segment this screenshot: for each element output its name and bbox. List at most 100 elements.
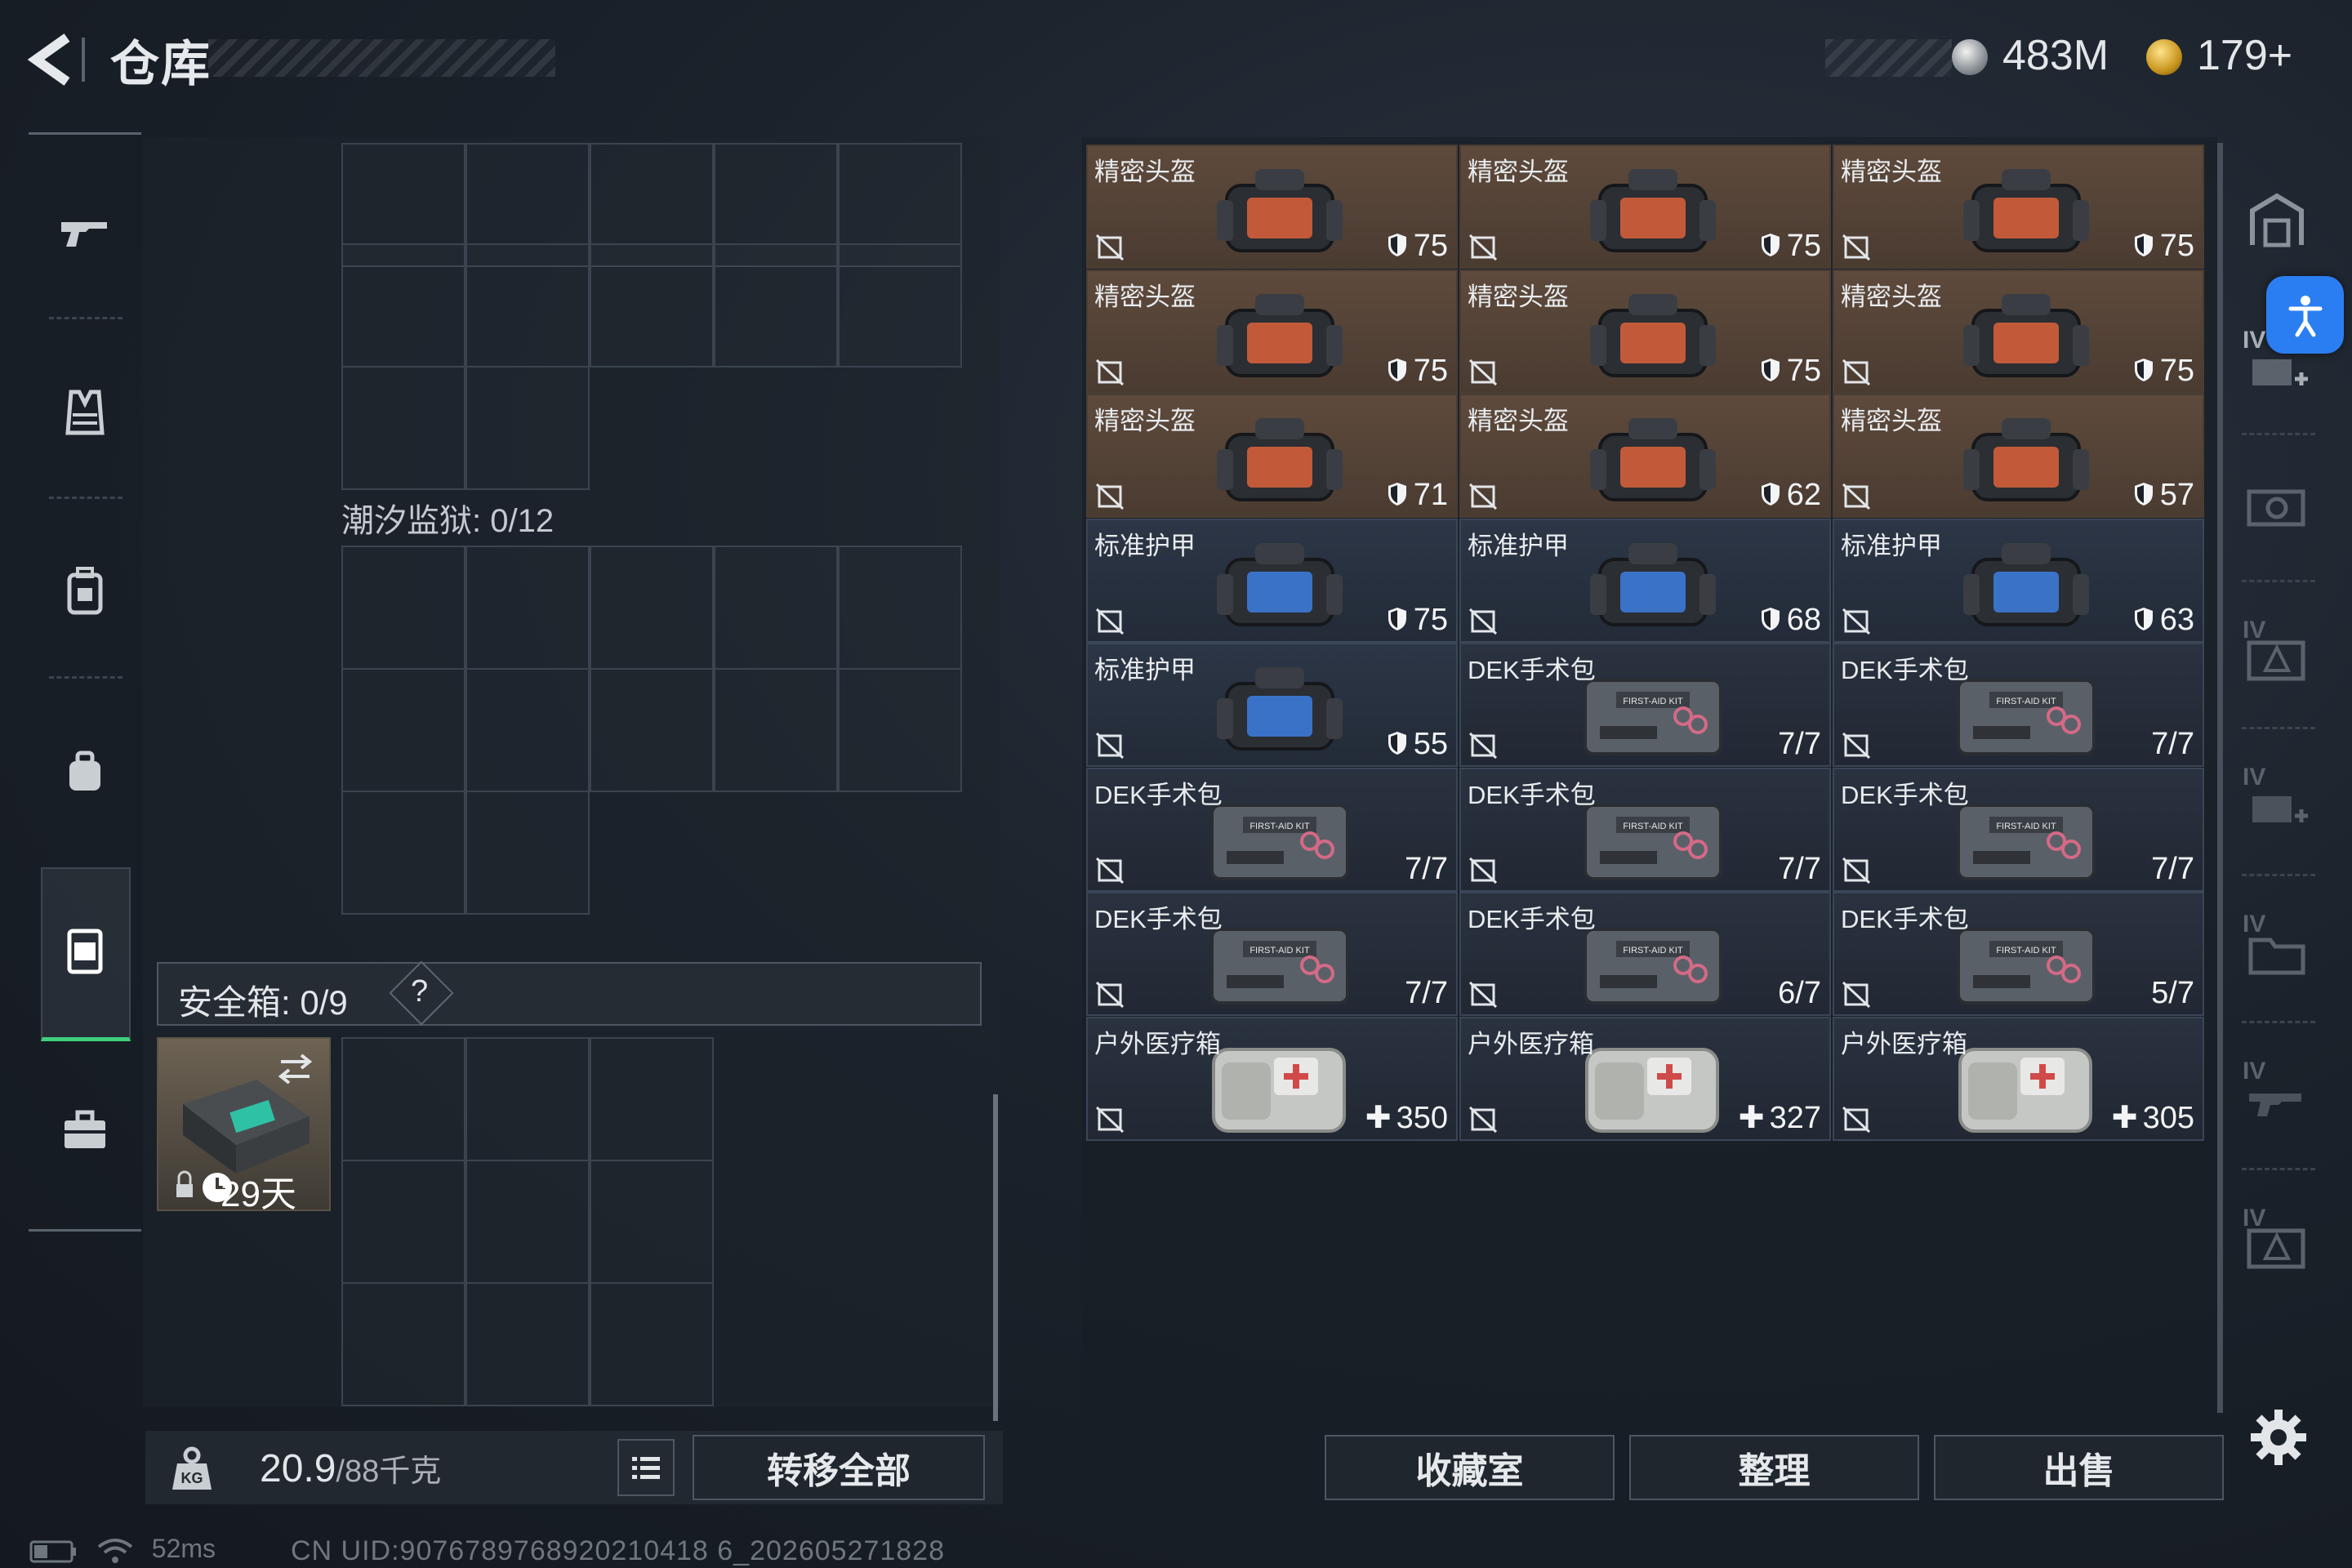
- inventory-item[interactable]: 户外医疗箱 ✚ 327: [1459, 1016, 1831, 1141]
- grid-cell[interactable]: [341, 243, 466, 368]
- title-decoration: [208, 39, 555, 77]
- inventory-item[interactable]: FIRST-AID KIT DEK手术包 5/7: [1833, 892, 2204, 1016]
- inventory-item[interactable]: 精密头盔 75: [1459, 269, 1831, 394]
- inventory-item[interactable]: FIRST-AID KIT DEK手术包 7/7: [1459, 643, 1831, 767]
- inventory-item[interactable]: FIRST-AID KIT DEK手术包 7/7: [1833, 643, 2204, 767]
- no-insure-icon: [1095, 857, 1125, 884]
- inventory-item[interactable]: 户外医疗箱 ✚ 305: [1833, 1016, 2204, 1141]
- gold-currency-amount[interactable]: 179+: [2197, 31, 2292, 80]
- grid-cell[interactable]: [466, 546, 590, 670]
- warehouse-page-3[interactable]: [2236, 466, 2318, 547]
- inventory-item[interactable]: FIRST-AID KIT DEK手术包 7/7: [1459, 767, 1831, 892]
- inventory-item[interactable]: 标准护甲 63: [1833, 518, 2204, 643]
- inventory-item[interactable]: FIRST-AID KIT DEK手术包 7/7: [1086, 892, 1458, 1016]
- inventory-item[interactable]: 标准护甲 75: [1086, 518, 1458, 643]
- warehouse-page-4[interactable]: IV: [2236, 617, 2318, 698]
- grid-cell[interactable]: [590, 1160, 714, 1284]
- medkit-art-icon: FIRST-AID KIT: [1584, 803, 1722, 880]
- grid-cell[interactable]: [714, 546, 838, 670]
- grid-cell[interactable]: [341, 546, 466, 670]
- medkit-art-icon: FIRST-AID KIT: [1957, 928, 2096, 1004]
- warehouse-page-6[interactable]: IV: [2236, 911, 2318, 992]
- container-scrollbar[interactable]: [993, 1094, 998, 1421]
- warehouse-page-main[interactable]: [2236, 180, 2318, 261]
- item-name: DEK手术包: [1468, 780, 1596, 809]
- item-name: 精密头盔: [1468, 158, 1569, 186]
- sell-button[interactable]: 出售: [1934, 1435, 2224, 1500]
- transfer-all-button[interactable]: 转移全部: [693, 1435, 985, 1500]
- grid-cell[interactable]: [590, 668, 714, 792]
- inventory-item[interactable]: 标准护甲 68: [1459, 518, 1831, 643]
- collection-room-button[interactable]: 收藏室: [1325, 1435, 1615, 1500]
- grid-cell[interactable]: [466, 243, 590, 368]
- inventory-item[interactable]: 标准护甲 55: [1086, 643, 1458, 767]
- warehouse-page-5[interactable]: IV: [2236, 764, 2318, 845]
- item-value: 75: [1388, 603, 1448, 638]
- inventory-item[interactable]: 精密头盔 75: [1833, 269, 2204, 394]
- grid-cell[interactable]: [341, 791, 466, 915]
- grid-cell[interactable]: [714, 668, 838, 792]
- grid-cell[interactable]: [341, 1282, 466, 1406]
- rail-bottom-line: [29, 1229, 141, 1232]
- battery-icon: [29, 1540, 76, 1563]
- grid-cell[interactable]: [590, 1282, 714, 1406]
- inventory-item[interactable]: 精密头盔 75: [1459, 145, 1831, 269]
- grid-cell[interactable]: [341, 366, 466, 490]
- silver-coin-icon: [1952, 39, 1988, 75]
- rail-weapon-tab[interactable]: [29, 151, 141, 314]
- medkit-art-icon: FIRST-AID KIT: [1584, 928, 1722, 1004]
- item-value-text: 75: [1786, 229, 1821, 263]
- list-view-button[interactable]: [617, 1439, 675, 1496]
- grid-cell[interactable]: [838, 668, 962, 792]
- back-button[interactable]: [24, 31, 90, 88]
- item-value-text: 327: [1769, 1100, 1821, 1135]
- inventory-item[interactable]: FIRST-AID KIT DEK手术包 6/7: [1459, 892, 1831, 1016]
- warehouse-page-8[interactable]: IV: [2236, 1205, 2318, 1286]
- item-value: 68: [1761, 603, 1821, 638]
- grid-cell[interactable]: [590, 1037, 714, 1161]
- warehouse-scrollbar[interactable]: [2217, 143, 2223, 1413]
- inventory-item[interactable]: 精密头盔 75: [1086, 145, 1458, 269]
- svg-text:FIRST-AID KIT: FIRST-AID KIT: [1996, 822, 2056, 831]
- help-icon: ?: [411, 974, 429, 1009]
- grid-cell[interactable]: [838, 546, 962, 670]
- grid-cell[interactable]: [714, 243, 838, 368]
- item-name: 精密头盔: [1094, 282, 1196, 311]
- organize-button[interactable]: 整理: [1629, 1435, 1919, 1500]
- grid-cell[interactable]: [341, 1160, 466, 1284]
- warehouse-page-7[interactable]: IV: [2236, 1058, 2318, 1139]
- inventory-item[interactable]: 精密头盔 75: [1086, 269, 1458, 394]
- grid-cell[interactable]: [590, 546, 714, 670]
- inventory-item[interactable]: 精密头盔 62: [1459, 394, 1831, 518]
- grid-cell[interactable]: [466, 1160, 590, 1284]
- grid-cell[interactable]: [466, 1282, 590, 1406]
- grid-cell[interactable]: [466, 366, 590, 490]
- grid-cell[interactable]: [341, 668, 466, 792]
- grid-cell[interactable]: [590, 243, 714, 368]
- inventory-item[interactable]: 精密头盔 71: [1086, 394, 1458, 518]
- grid-cell[interactable]: [466, 668, 590, 792]
- inventory-item[interactable]: 精密头盔 75: [1833, 145, 2204, 269]
- rail-bag-tab[interactable]: [29, 690, 141, 853]
- svg-text:FIRST-AID KIT: FIRST-AID KIT: [1996, 946, 2056, 956]
- item-value-text: 7/7: [2151, 727, 2194, 761]
- no-insure-icon: [1095, 608, 1125, 635]
- settings-button[interactable]: [2246, 1405, 2311, 1470]
- inventory-item[interactable]: 户外医疗箱 ✚ 350: [1086, 1016, 1458, 1141]
- inventory-item[interactable]: FIRST-AID KIT DEK手术包 7/7: [1833, 767, 2204, 892]
- rail-separator: [2242, 1021, 2315, 1023]
- inventory-item[interactable]: 精密头盔 57: [1833, 394, 2204, 518]
- rail-vest-tab[interactable]: [29, 331, 141, 494]
- durability-shield-icon: [2134, 483, 2153, 506]
- rail-briefcase-tab[interactable]: [29, 1049, 141, 1213]
- grid-cell[interactable]: [341, 1037, 466, 1161]
- grid-cell[interactable]: [838, 243, 962, 368]
- inventory-item[interactable]: FIRST-AID KIT DEK手术包 7/7: [1086, 767, 1458, 892]
- grid-cell[interactable]: [466, 791, 590, 915]
- grid-cell[interactable]: [466, 1037, 590, 1161]
- warehouse-page-2[interactable]: IV: [2236, 327, 2318, 408]
- armor-art-icon: [1217, 667, 1343, 751]
- rail-backpack-tab[interactable]: [29, 510, 141, 674]
- item-value: 55: [1388, 727, 1448, 762]
- rail-container-tab[interactable]: [29, 870, 141, 1033]
